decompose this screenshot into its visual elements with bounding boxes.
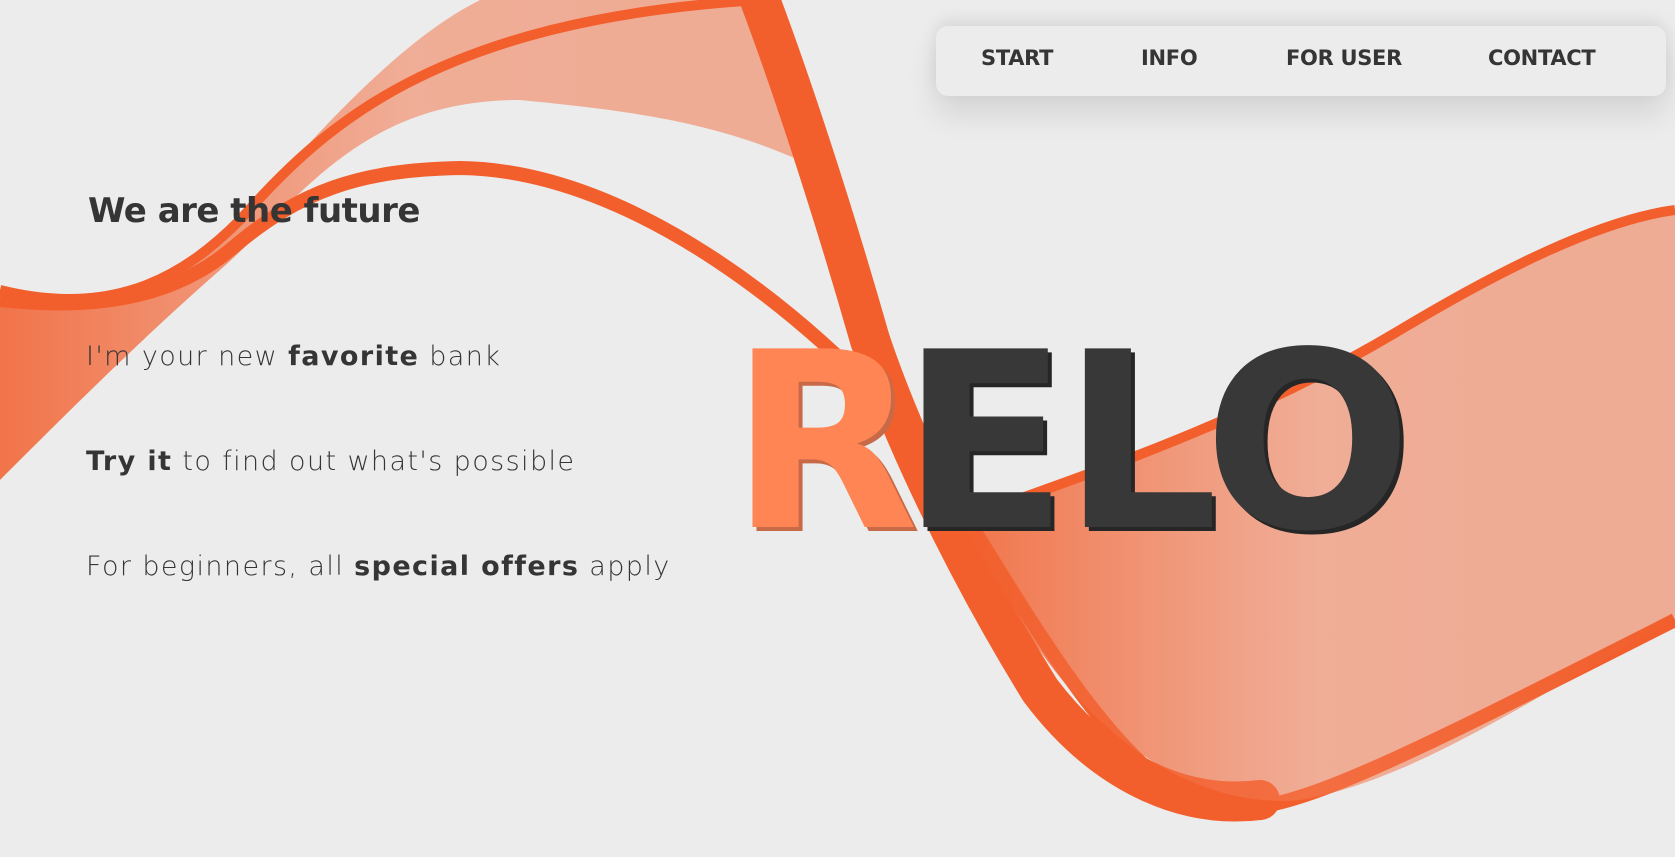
top-navigation: START INFO FOR USER CONTACT — [936, 26, 1666, 96]
nav-info[interactable]: INFO — [1141, 48, 1198, 69]
hero-line1-post: bank — [419, 341, 502, 372]
hero-line1-pre: I'm your new — [86, 341, 289, 372]
logo-letters-elo: ELO — [901, 300, 1412, 585]
hero-line3-bold: special offers — [354, 551, 580, 582]
hero-line2-post: to find out what's possible — [172, 446, 576, 477]
logo-letter-r: R — [730, 300, 919, 585]
hero-line1-bold: favorite — [288, 341, 420, 372]
nav-contact[interactable]: CONTACT — [1488, 48, 1596, 69]
nav-start[interactable]: START — [981, 48, 1053, 69]
hero-line-special-offers: For beginners, all special offers apply — [86, 553, 671, 580]
hero-line2-bold: Try it — [86, 446, 173, 477]
hero-line-favorite-bank: I'm your new favorite bank — [86, 343, 501, 370]
nav-for-user[interactable]: FOR USER — [1286, 48, 1402, 69]
hero-line3-pre: For beginners, all — [86, 551, 355, 582]
hero-tagline: We are the future — [88, 191, 420, 231]
hero-line3-post: apply — [579, 551, 671, 582]
hero-line-try-it: Try it to find out what's possible — [86, 448, 575, 475]
